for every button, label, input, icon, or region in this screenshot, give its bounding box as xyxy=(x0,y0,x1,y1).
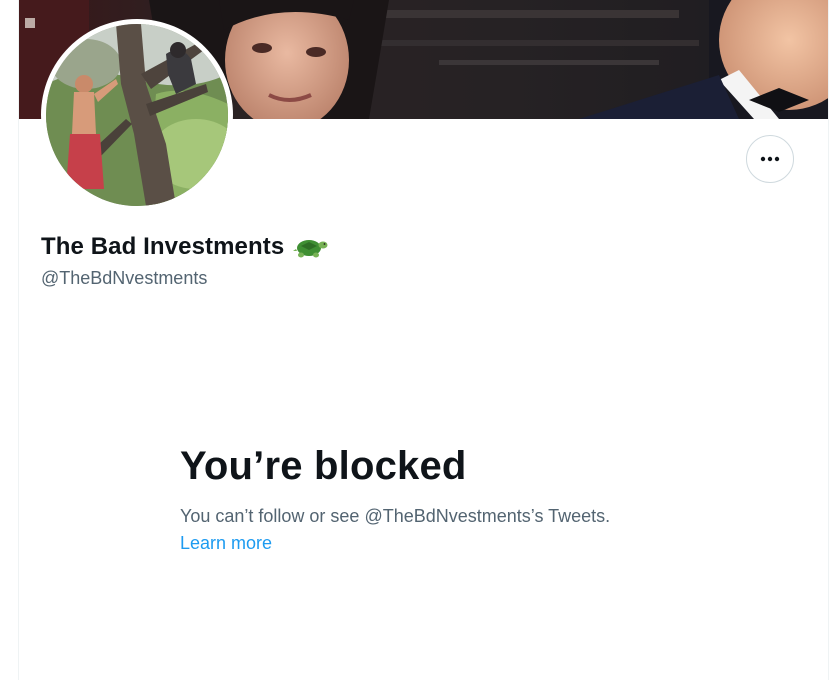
avatar-photo xyxy=(46,24,228,206)
more-options-button[interactable] xyxy=(746,135,794,183)
profile-avatar[interactable] xyxy=(41,19,233,211)
display-name-row: The Bad Investments xyxy=(41,233,328,261)
more-dots-icon xyxy=(760,156,780,162)
turtle-icon xyxy=(293,240,328,258)
blocked-description: You can’t follow or see @TheBdNvestments… xyxy=(180,506,611,526)
profile-column: The Bad Investments @TheBdNvestments You… xyxy=(18,0,829,680)
display-name: The Bad Investments xyxy=(41,233,285,260)
learn-more-link[interactable]: Learn more xyxy=(180,533,272,554)
profile-handle: @TheBdNvestments xyxy=(41,268,208,288)
blocked-title: You’re blocked xyxy=(180,444,467,488)
